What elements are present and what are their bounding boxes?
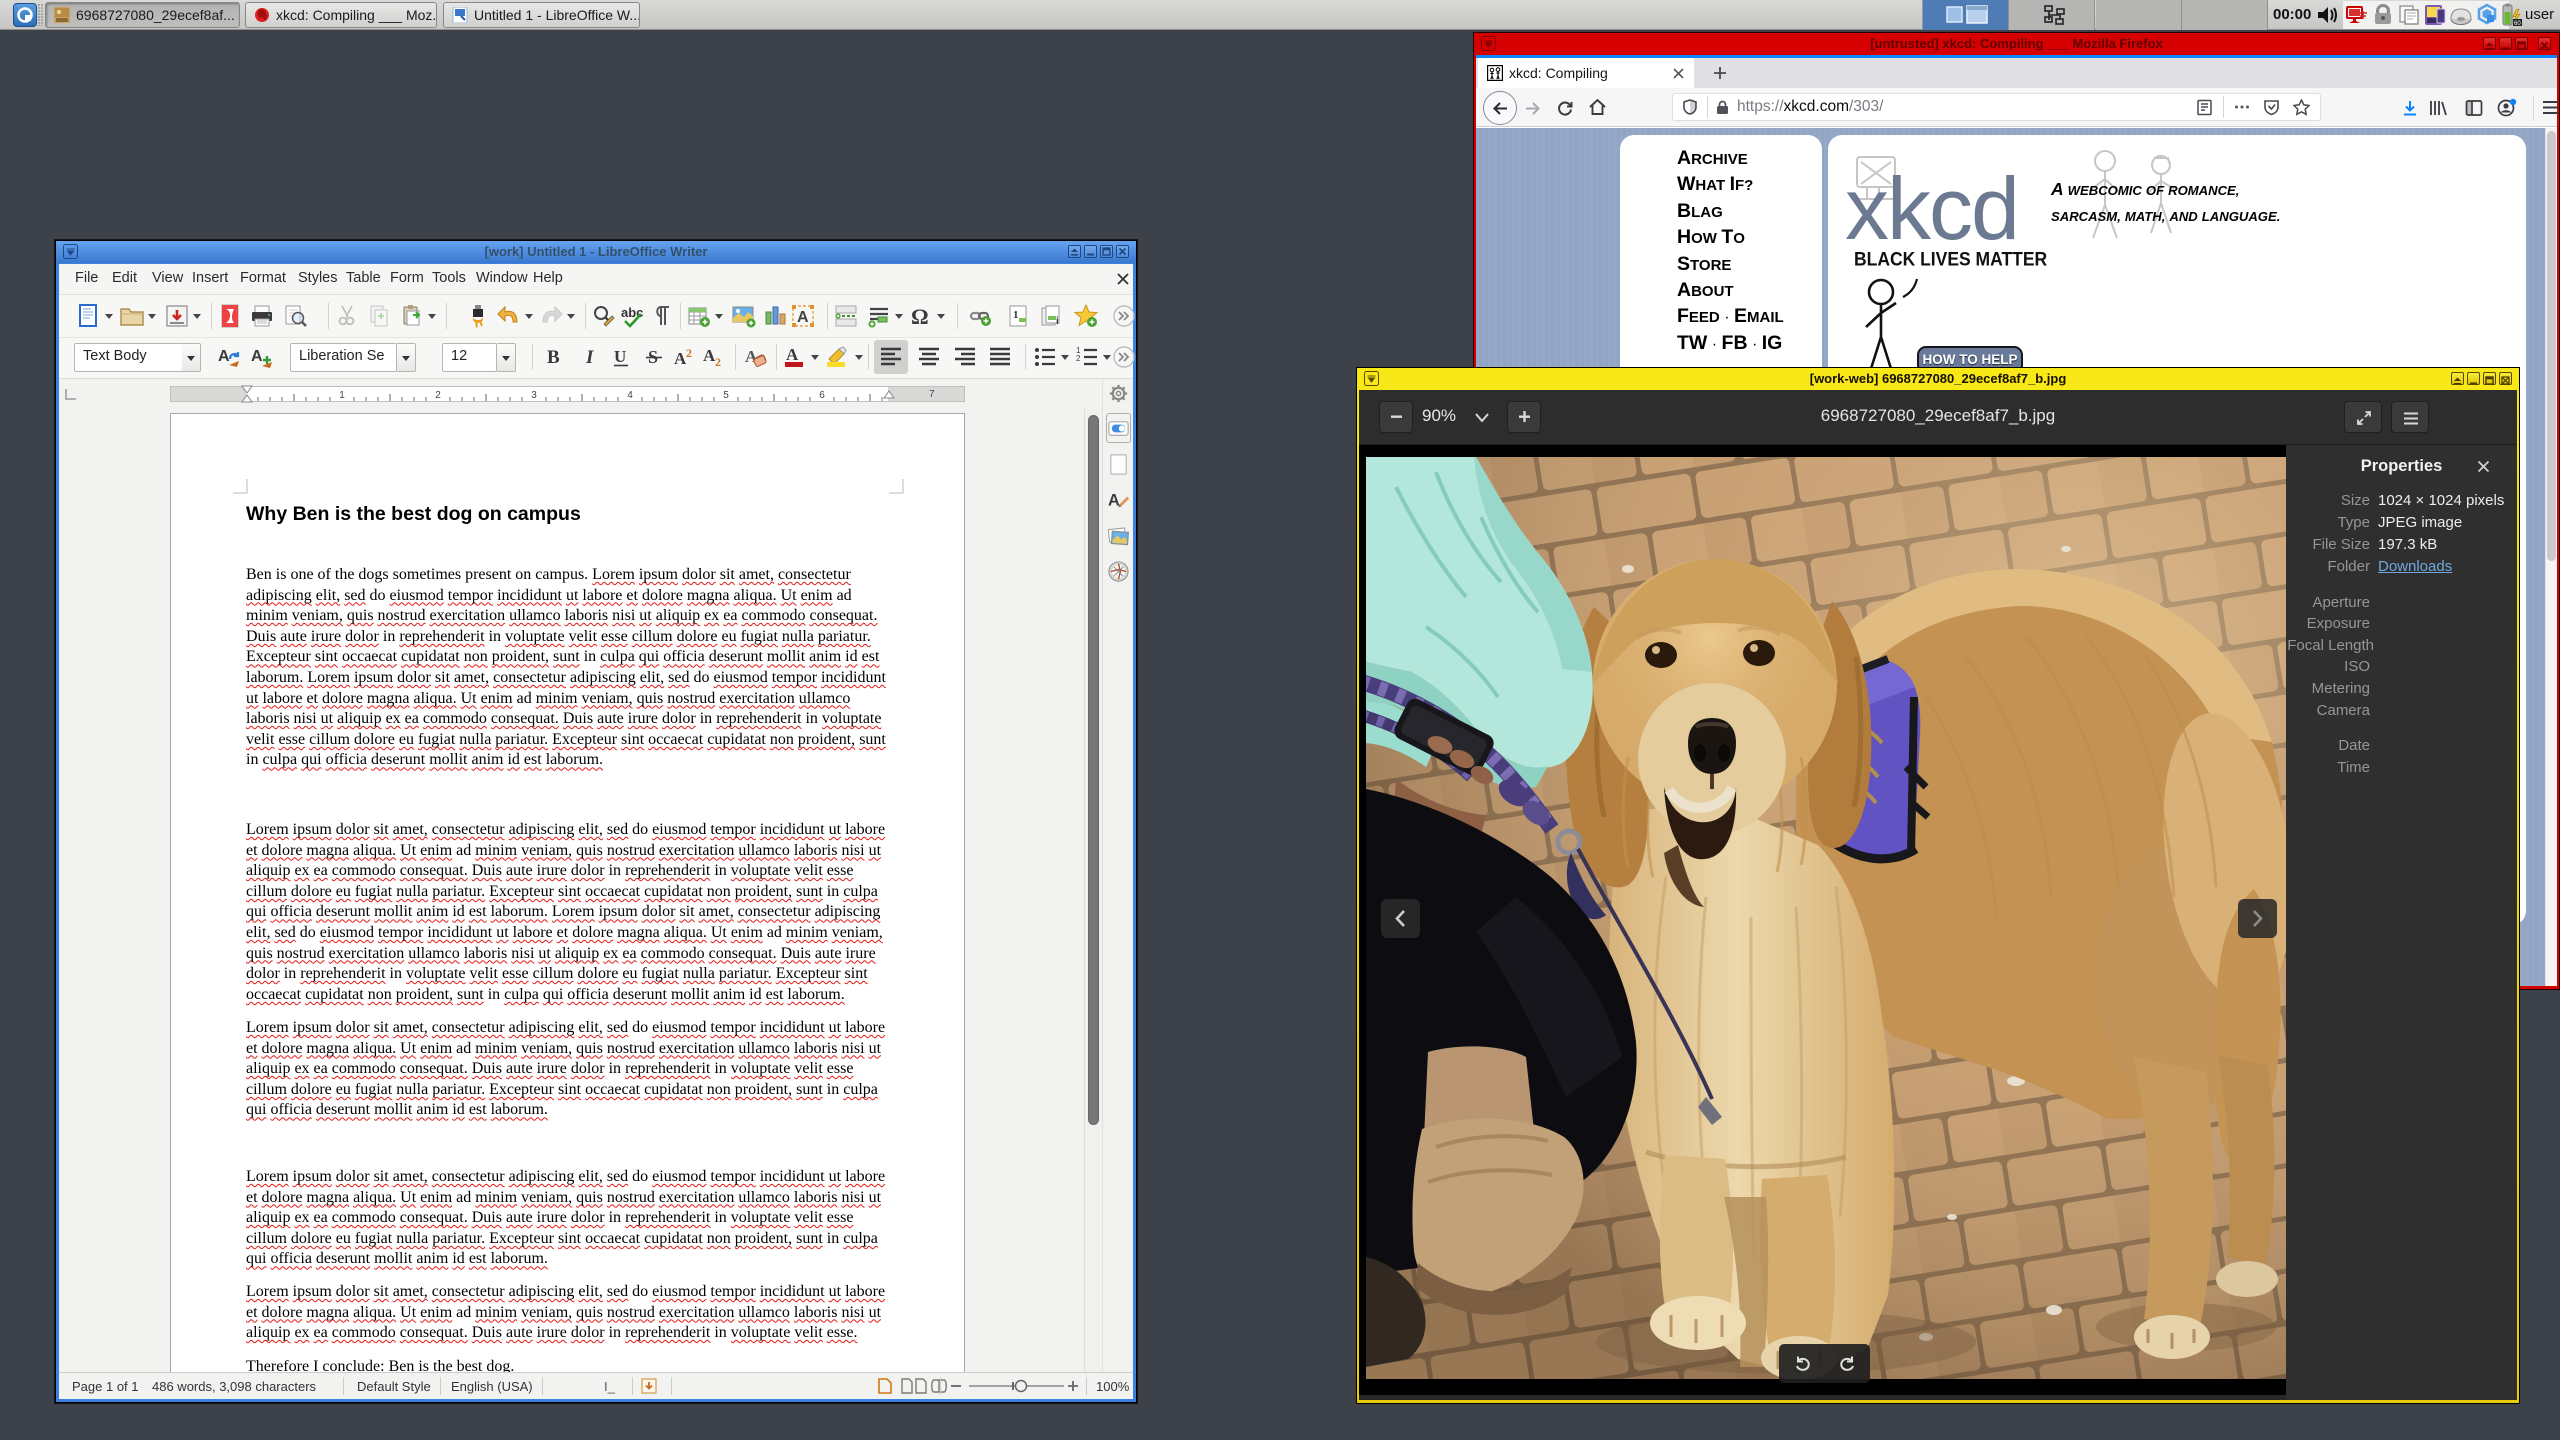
svg-text:2: 2 <box>435 390 441 401</box>
svg-text:2: 2 <box>686 346 692 360</box>
svg-text:5: 5 <box>723 390 729 401</box>
svg-text:60: 60 <box>2514 21 2521 27</box>
svg-text:B: B <box>547 347 560 368</box>
svg-text:3: 3 <box>531 390 537 401</box>
svg-text:A: A <box>786 345 799 364</box>
svg-text:1: 1 <box>1013 309 1019 321</box>
svg-text:U: U <box>614 347 626 366</box>
svg-text:1: 1 <box>339 390 345 401</box>
svg-text:Ω: Ω <box>911 304 929 328</box>
svg-text:A: A <box>1108 491 1120 509</box>
svg-text:I: I <box>585 347 594 368</box>
svg-text:i: i <box>1056 316 1059 327</box>
svg-text:abc: abc <box>621 305 643 320</box>
svg-text:2: 2 <box>715 355 721 369</box>
svg-text:2: 2 <box>1076 354 1081 363</box>
svg-text:A: A <box>218 348 230 365</box>
svg-text:A: A <box>797 309 809 326</box>
svg-text:6: 6 <box>819 390 825 401</box>
svg-text:A: A <box>251 348 263 365</box>
svg-text:xkcd: xkcd <box>1845 159 2018 258</box>
svg-text:4: 4 <box>627 390 633 401</box>
